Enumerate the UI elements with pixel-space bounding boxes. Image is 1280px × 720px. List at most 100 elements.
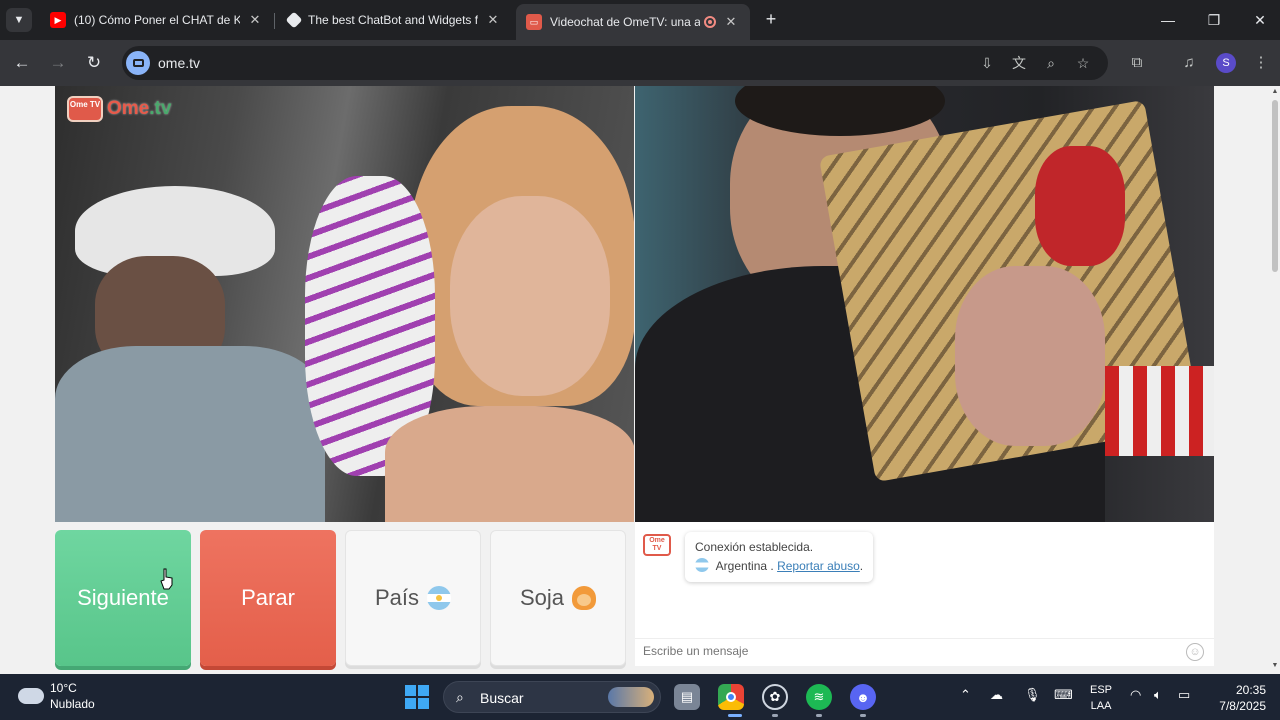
next-button[interactable]: Siguiente <box>55 530 191 666</box>
connection-status: Conexión establecida. <box>695 540 814 554</box>
chevron-up-icon[interactable]: ⌃ <box>960 687 971 703</box>
scrollbar-thumb[interactable] <box>1272 100 1278 272</box>
report-end-dot: . <box>859 559 864 573</box>
weather-widget[interactable]: 10°C Nublado <box>18 680 95 712</box>
clock-date: 7/8/2025 <box>1219 699 1266 713</box>
report-abuse-link[interactable]: Reportar abuso <box>777 559 860 573</box>
extensions-icon[interactable]: ⧉ <box>1126 52 1148 74</box>
close-tab-icon[interactable]: ✕ <box>722 14 740 30</box>
partner-country: Argentina <box>715 559 768 573</box>
profile-avatar[interactable]: S <box>1216 53 1236 73</box>
stop-button-label: Parar <box>241 585 295 610</box>
tab-search-button[interactable]: ▼ <box>6 8 32 32</box>
chat-input-bar: ☺ <box>635 638 1214 666</box>
tab-divider <box>274 13 275 29</box>
zoom-icon[interactable]: ⌕ <box>1042 54 1060 72</box>
gender-button-label: Soja <box>519 585 565 610</box>
input-language[interactable]: ESP LAA <box>1090 682 1112 714</box>
clock-time: 20:35 <box>1235 683 1266 697</box>
page-scrollbar[interactable]: ▲ ▼ <box>1270 86 1280 674</box>
next-button-label: Siguiente <box>77 585 169 610</box>
gender-button[interactable]: Soja <box>490 530 626 666</box>
windows-taskbar: 10°C Nublado ⌕ Buscar ▤ ✿ ≋ ☻ ⌃ ☁ 🎙︎ ⌨ E… <box>0 674 1280 720</box>
file-explorer-icon[interactable]: ▤ <box>674 684 700 710</box>
install-app-icon[interactable]: ⇩ <box>978 54 996 72</box>
system-clock[interactable]: 20:35 7/8/2025 <box>1216 682 1266 714</box>
tab-ometv[interactable]: ▭ Videochat de OmeTV: una a ✕ <box>516 4 750 40</box>
forward-button[interactable]: → <box>46 51 70 75</box>
hand-cursor-icon <box>160 568 173 590</box>
restore-button[interactable]: ❐ <box>1202 10 1226 30</box>
hands-shape <box>385 406 634 522</box>
address-bar[interactable]: ome.tv ⇩ 文 ⌕ ☆ <box>122 46 1108 80</box>
battery-icon[interactable]: ▭ <box>1178 687 1190 703</box>
browser-toolbar: ← → ↻ ome.tv ⇩ 文 ⌕ ☆ ⧉ ♫ S ⋮ <box>0 40 1280 86</box>
chat-controls: Siguiente Parar País Soja <box>55 530 627 668</box>
ometv-page: Ome TV Ome.tv Siguiente Parar País Soja … <box>0 86 1270 674</box>
person-hoodie-shape <box>55 346 325 522</box>
stranger-video: Ome TV Ome.tv <box>55 86 634 522</box>
cloud-icon <box>18 688 44 704</box>
logo-tv: .tv <box>149 98 172 119</box>
lang-bottom: LAA <box>1090 700 1112 712</box>
message-input[interactable] <box>643 644 1163 658</box>
recording-icon <box>704 16 716 28</box>
close-tab-icon[interactable]: ✕ <box>484 12 502 28</box>
ometv-logo: Ome TV Ome.tv <box>67 96 171 122</box>
search-icon: ⌕ <box>456 689 464 705</box>
tab-chatbot[interactable]: The best ChatBot and Widgets f ✕ <box>278 6 512 34</box>
system-message: Conexión establecida. Argentina . Report… <box>685 532 874 582</box>
weather-desc: Nublado <box>50 697 95 711</box>
hand-shape <box>955 266 1105 446</box>
country-button-label: País <box>374 585 420 610</box>
country-button[interactable]: País <box>345 530 481 666</box>
tab-title: The best ChatBot and Widgets f <box>308 13 478 27</box>
separator-dot: . <box>770 559 774 573</box>
translate-icon[interactable]: 文 <box>1010 54 1028 72</box>
ometv-chat-logo-icon: Ome TV <box>643 534 671 556</box>
app-indicator <box>772 714 778 717</box>
spotify-icon[interactable]: ≋ <box>806 684 832 710</box>
youtube-icon: ▶ <box>50 12 66 28</box>
reload-button[interactable]: ↻ <box>82 51 106 75</box>
url-text[interactable]: ome.tv <box>158 55 200 71</box>
site-info-icon[interactable] <box>126 51 150 75</box>
volume-icon[interactable]: 🔈︎ <box>1154 687 1162 703</box>
lang-top: ESP <box>1090 684 1113 696</box>
logo-ome: Ome <box>107 98 150 119</box>
microphone-icon[interactable]: 🎙︎ <box>1024 687 1041 703</box>
taskbar-search[interactable]: ⌕ Buscar <box>443 681 661 713</box>
active-app-indicator <box>728 714 742 717</box>
scroll-up-icon[interactable]: ▲ <box>1271 88 1279 95</box>
new-tab-button[interactable]: + <box>760 9 782 31</box>
media-control-icon[interactable]: ♫ <box>1178 52 1200 74</box>
discord-icon[interactable]: ☻ <box>850 684 876 710</box>
start-button[interactable] <box>405 685 429 709</box>
woman-face-shape <box>450 196 610 396</box>
chatgpt-icon[interactable]: ✿ <box>762 684 788 710</box>
emoji-button[interactable]: ☺ <box>1186 643 1204 661</box>
bookmark-star-icon[interactable]: ☆ <box>1074 54 1092 72</box>
diamond-icon <box>285 11 303 29</box>
tab-youtube[interactable]: ▶ (10) Cómo Poner el CHAT de Ki ✕ <box>40 6 274 34</box>
scroll-down-icon[interactable]: ▼ <box>1271 662 1279 669</box>
stop-button[interactable]: Parar <box>200 530 336 666</box>
close-window-button[interactable]: ✕ <box>1248 10 1272 30</box>
keyboard-icon[interactable]: ⌨ <box>1054 687 1073 703</box>
argentina-flag-icon <box>695 558 709 572</box>
menu-kebab-icon[interactable]: ⋮ <box>1250 52 1272 74</box>
close-tab-icon[interactable]: ✕ <box>246 12 264 28</box>
wifi-icon[interactable]: ◠ <box>1130 687 1141 703</box>
chrome-icon[interactable] <box>718 684 744 710</box>
onedrive-icon[interactable]: ☁ <box>990 687 1003 703</box>
woman-emoji-icon <box>572 586 597 610</box>
chat-panel: Ome TV Conexión establecida. Argentina .… <box>635 522 1214 666</box>
tab-title: (10) Cómo Poner el CHAT de Ki <box>74 13 240 27</box>
back-button[interactable]: ← <box>10 51 34 75</box>
app-indicator <box>860 714 866 717</box>
ometv-favicon-icon: ▭ <box>526 14 542 30</box>
blanket-shape <box>1105 366 1214 456</box>
minimize-button[interactable]: — <box>1156 10 1180 30</box>
self-video <box>635 86 1214 522</box>
arrow-right-icon: → <box>49 53 67 72</box>
